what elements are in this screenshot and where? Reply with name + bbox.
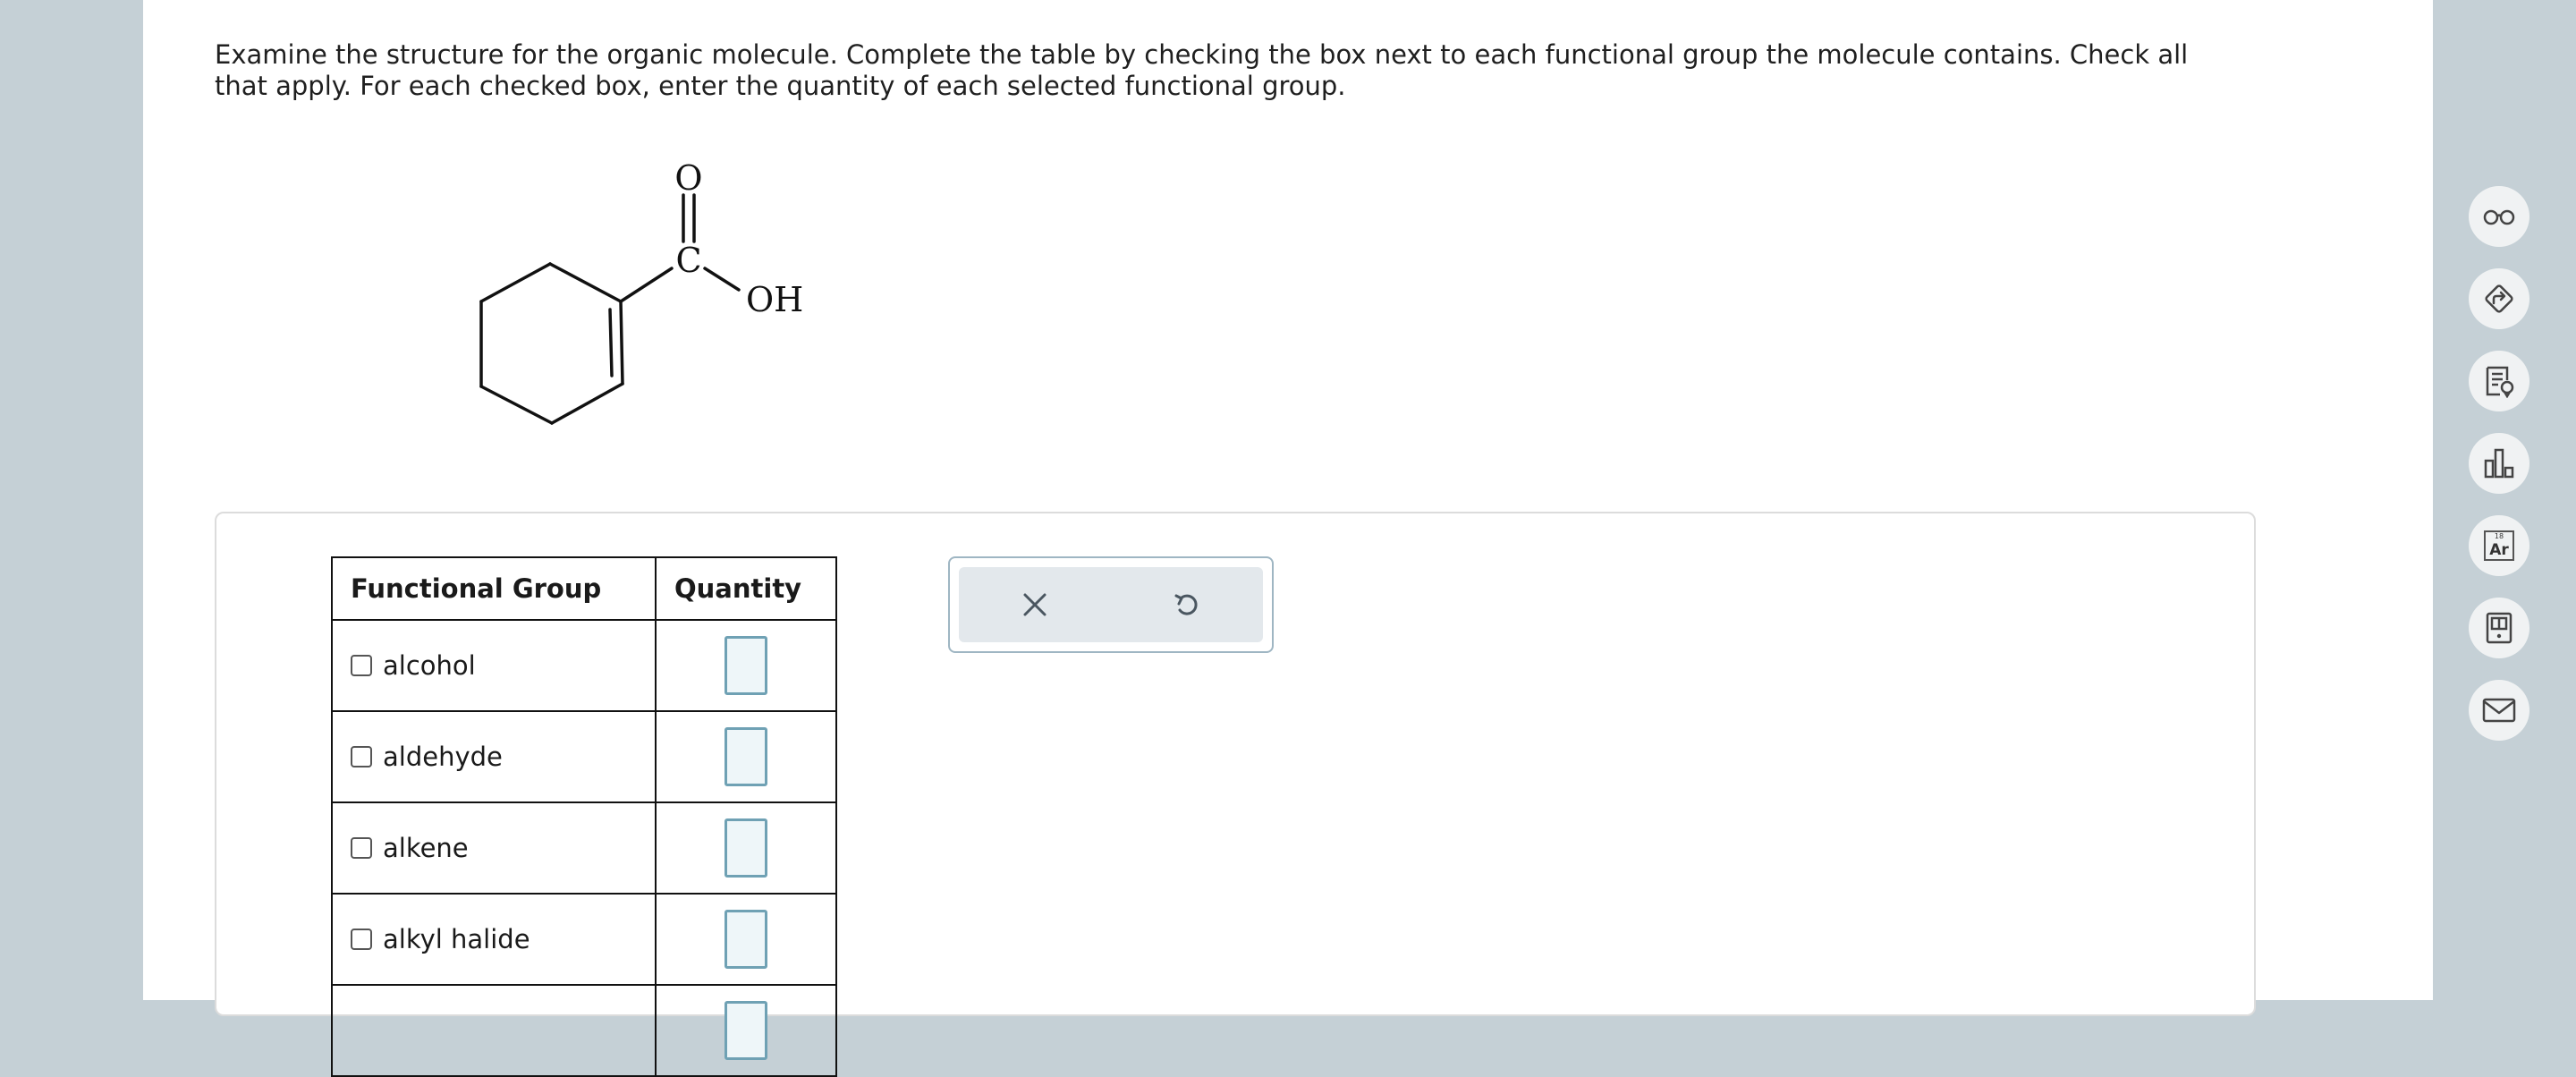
table-row: alkyl halide <box>331 893 837 986</box>
molecule-structure: O C OH <box>479 158 803 425</box>
quantity-cell <box>655 801 837 895</box>
calculator-book-icon <box>2486 612 2512 644</box>
ring-to-carbon-bond <box>619 267 674 303</box>
chart-tool-button[interactable] <box>2469 433 2529 494</box>
atom-carbon: C <box>675 241 701 280</box>
periodic-table-tool-button[interactable]: 18 Ar <box>2469 515 2529 576</box>
question-instructions: Examine the structure for the organic mo… <box>215 39 2189 101</box>
alkyl-halide-checkbox[interactable] <box>351 929 372 950</box>
ring-bond <box>479 385 554 425</box>
alkene-quantity-input[interactable] <box>724 818 767 878</box>
side-toolbar: 18 Ar <box>2469 186 2529 762</box>
table-row: aldehyde <box>331 710 837 803</box>
carbon-hydroxyl-bond <box>703 267 741 292</box>
glasses-tool-button[interactable] <box>2469 186 2529 247</box>
aldehyde-checkbox-label[interactable]: aldehyde <box>351 742 637 772</box>
periodic-element-symbol: Ar <box>2489 541 2509 559</box>
table-row: alcohol <box>331 619 837 712</box>
notes-tool-button[interactable] <box>2469 351 2529 411</box>
periodic-atomic-number: 18 <box>2494 532 2504 540</box>
table-row: alkene <box>331 801 837 895</box>
close-icon <box>1023 593 1046 616</box>
clear-button[interactable] <box>1008 578 1062 632</box>
alcohol-checkbox[interactable] <box>351 655 372 676</box>
answer-actions <box>948 556 1274 653</box>
quantity-input[interactable] <box>724 1001 767 1060</box>
ring-bond <box>548 262 623 303</box>
molecule-bonds <box>479 193 741 425</box>
row-label: alkene <box>383 833 469 863</box>
atom-hydroxyl: OH <box>746 280 803 319</box>
quantity-cell <box>655 710 837 803</box>
quantity-cell <box>655 619 837 712</box>
quantity-cell <box>655 984 837 1077</box>
alkene-checkbox[interactable] <box>351 837 372 859</box>
aldehyde-checkbox[interactable] <box>351 746 372 767</box>
share-icon <box>2485 284 2513 313</box>
functional-group-cell: aldehyde <box>331 710 657 803</box>
table-header-row: Functional Group Quantity <box>331 556 837 621</box>
alkyl-halide-checkbox-label[interactable]: alkyl halide <box>351 924 637 954</box>
functional-group-cell <box>331 984 657 1077</box>
undo-icon <box>1174 594 1198 615</box>
notes-icon <box>2486 366 2514 398</box>
periodic-table-icon: 18 Ar <box>2484 530 2514 561</box>
ring-bond <box>550 382 624 425</box>
row-label: alcohol <box>383 650 476 681</box>
table-row-partial <box>331 984 837 1077</box>
row-label: alkyl halide <box>383 924 530 954</box>
calculator-tool-button[interactable] <box>2469 598 2529 658</box>
ring-double-bond-inner <box>608 308 614 377</box>
aldehyde-quantity-input[interactable] <box>724 727 767 786</box>
atom-oxygen: O <box>674 158 702 198</box>
functional-group-cell: alkene <box>331 801 657 895</box>
undo-button[interactable] <box>1160 578 1214 632</box>
mail-icon <box>2482 698 2516 723</box>
functional-group-cell: alcohol <box>331 619 657 712</box>
column-header-functional-group: Functional Group <box>331 556 657 621</box>
alcohol-quantity-input[interactable] <box>724 636 767 695</box>
answer-actions-inner <box>959 567 1263 642</box>
mail-tool-button[interactable] <box>2469 680 2529 741</box>
quantity-cell <box>655 893 837 986</box>
bar-chart-icon <box>2484 448 2514 479</box>
ring-bond <box>479 262 552 303</box>
alkene-checkbox-label[interactable]: alkene <box>351 833 637 863</box>
row-label: aldehyde <box>383 742 503 772</box>
functional-group-table: Functional Group Quantity alcohol aldehy… <box>331 556 837 1077</box>
column-header-quantity: Quantity <box>655 556 837 621</box>
functional-group-cell: alkyl halide <box>331 893 657 986</box>
ring-bond <box>619 300 624 386</box>
alkyl-halide-quantity-input[interactable] <box>724 910 767 969</box>
glasses-icon <box>2483 209 2515 225</box>
alcohol-checkbox-label[interactable]: alcohol <box>351 650 637 681</box>
answer-panel: Functional Group Quantity alcohol aldehy… <box>215 512 2256 1077</box>
share-tool-button[interactable] <box>2469 268 2529 329</box>
question-page: Examine the structure for the organic mo… <box>143 0 2529 1077</box>
